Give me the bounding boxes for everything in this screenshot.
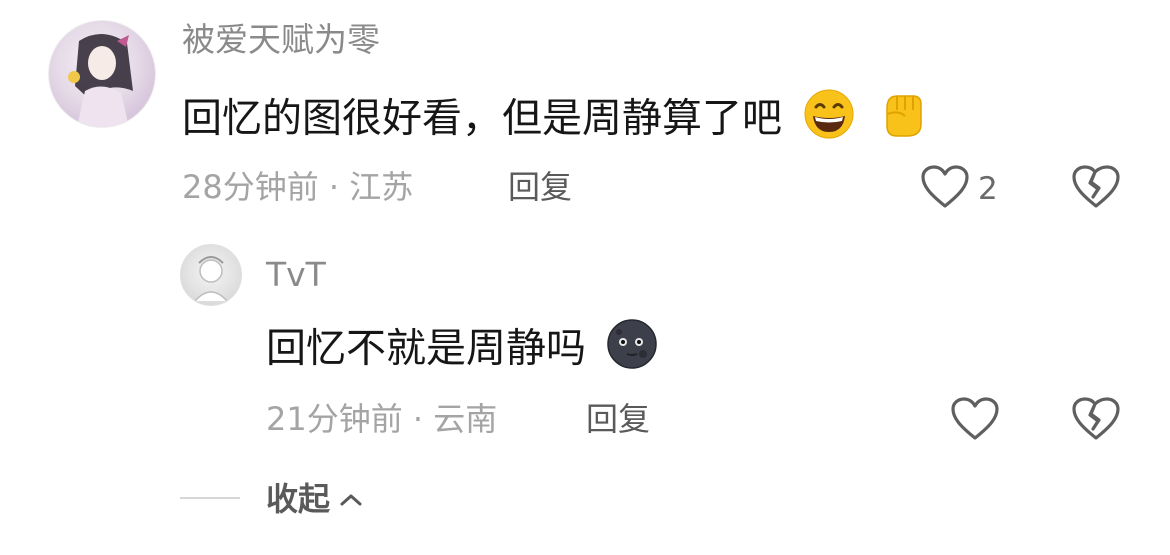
heart-icon <box>920 164 970 214</box>
reply-time: 21分钟前 <box>266 400 403 438</box>
comment-meta: 28分钟前 · 江苏 <box>182 166 413 208</box>
avatar[interactable] <box>48 20 156 128</box>
comment-username[interactable]: 被爱天赋为零 <box>182 18 380 62</box>
comment-text-body: 回忆的图很好看，但是周静算了吧 <box>182 95 782 142</box>
reply-button[interactable]: 回复 <box>508 166 572 208</box>
reply-like-button[interactable] <box>950 396 1000 446</box>
collapse-button[interactable]: 收起 <box>266 478 364 520</box>
reply-reply-button[interactable]: 回复 <box>586 398 650 440</box>
comment-text: 回忆的图很好看，但是周静算了吧 <box>182 88 929 153</box>
like-button[interactable]: 2 <box>920 164 998 214</box>
reply-text: 回忆不就是周静吗 <box>266 318 661 383</box>
collapse-label: 收起 <box>266 480 331 518</box>
broken-heart-icon <box>1071 165 1121 214</box>
grinning-face-icon <box>801 88 857 153</box>
reply-meta: 21分钟前 · 云南 <box>266 398 497 440</box>
comment-location: 江苏 <box>349 168 414 206</box>
heart-icon <box>950 397 1000 446</box>
like-count: 2 <box>978 171 998 207</box>
reply-text-body: 回忆不就是周静吗 <box>266 325 586 372</box>
new-moon-face-icon <box>603 318 661 383</box>
broken-heart-icon <box>1071 397 1121 446</box>
reply-username[interactable]: TvT <box>266 253 326 297</box>
meta-separator: · <box>328 168 340 206</box>
raised-fist-icon <box>875 88 929 153</box>
reply-location: 云南 <box>433 400 498 438</box>
collapse-divider <box>180 497 240 499</box>
dislike-button[interactable] <box>1071 164 1121 214</box>
chevron-up-icon <box>338 478 364 520</box>
meta-separator: · <box>412 400 424 438</box>
reply-avatar[interactable] <box>180 244 242 306</box>
comment-time: 28分钟前 <box>182 168 319 206</box>
reply-dislike-button[interactable] <box>1071 396 1121 446</box>
